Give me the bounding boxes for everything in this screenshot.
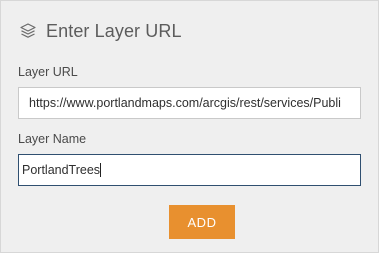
- layer-name-label: Layer Name: [18, 132, 87, 146]
- panel-title: Enter Layer URL: [46, 20, 182, 41]
- layer-url-value: https://www.portlandmaps.com/arcgis/rest…: [29, 96, 341, 110]
- layers-icon: [19, 22, 37, 40]
- layer-name-value: PortlandTrees: [22, 163, 101, 177]
- layer-url-input[interactable]: https://www.portlandmaps.com/arcgis/rest…: [18, 87, 361, 119]
- add-button[interactable]: ADD: [169, 205, 235, 239]
- layer-name-input[interactable]: PortlandTrees: [18, 154, 361, 186]
- layer-url-label: Layer URL: [18, 65, 78, 79]
- text-caret: [100, 163, 102, 177]
- panel-header: Enter Layer URL: [19, 19, 182, 43]
- enter-layer-url-panel: Enter Layer URL Layer URL https://www.po…: [0, 0, 379, 253]
